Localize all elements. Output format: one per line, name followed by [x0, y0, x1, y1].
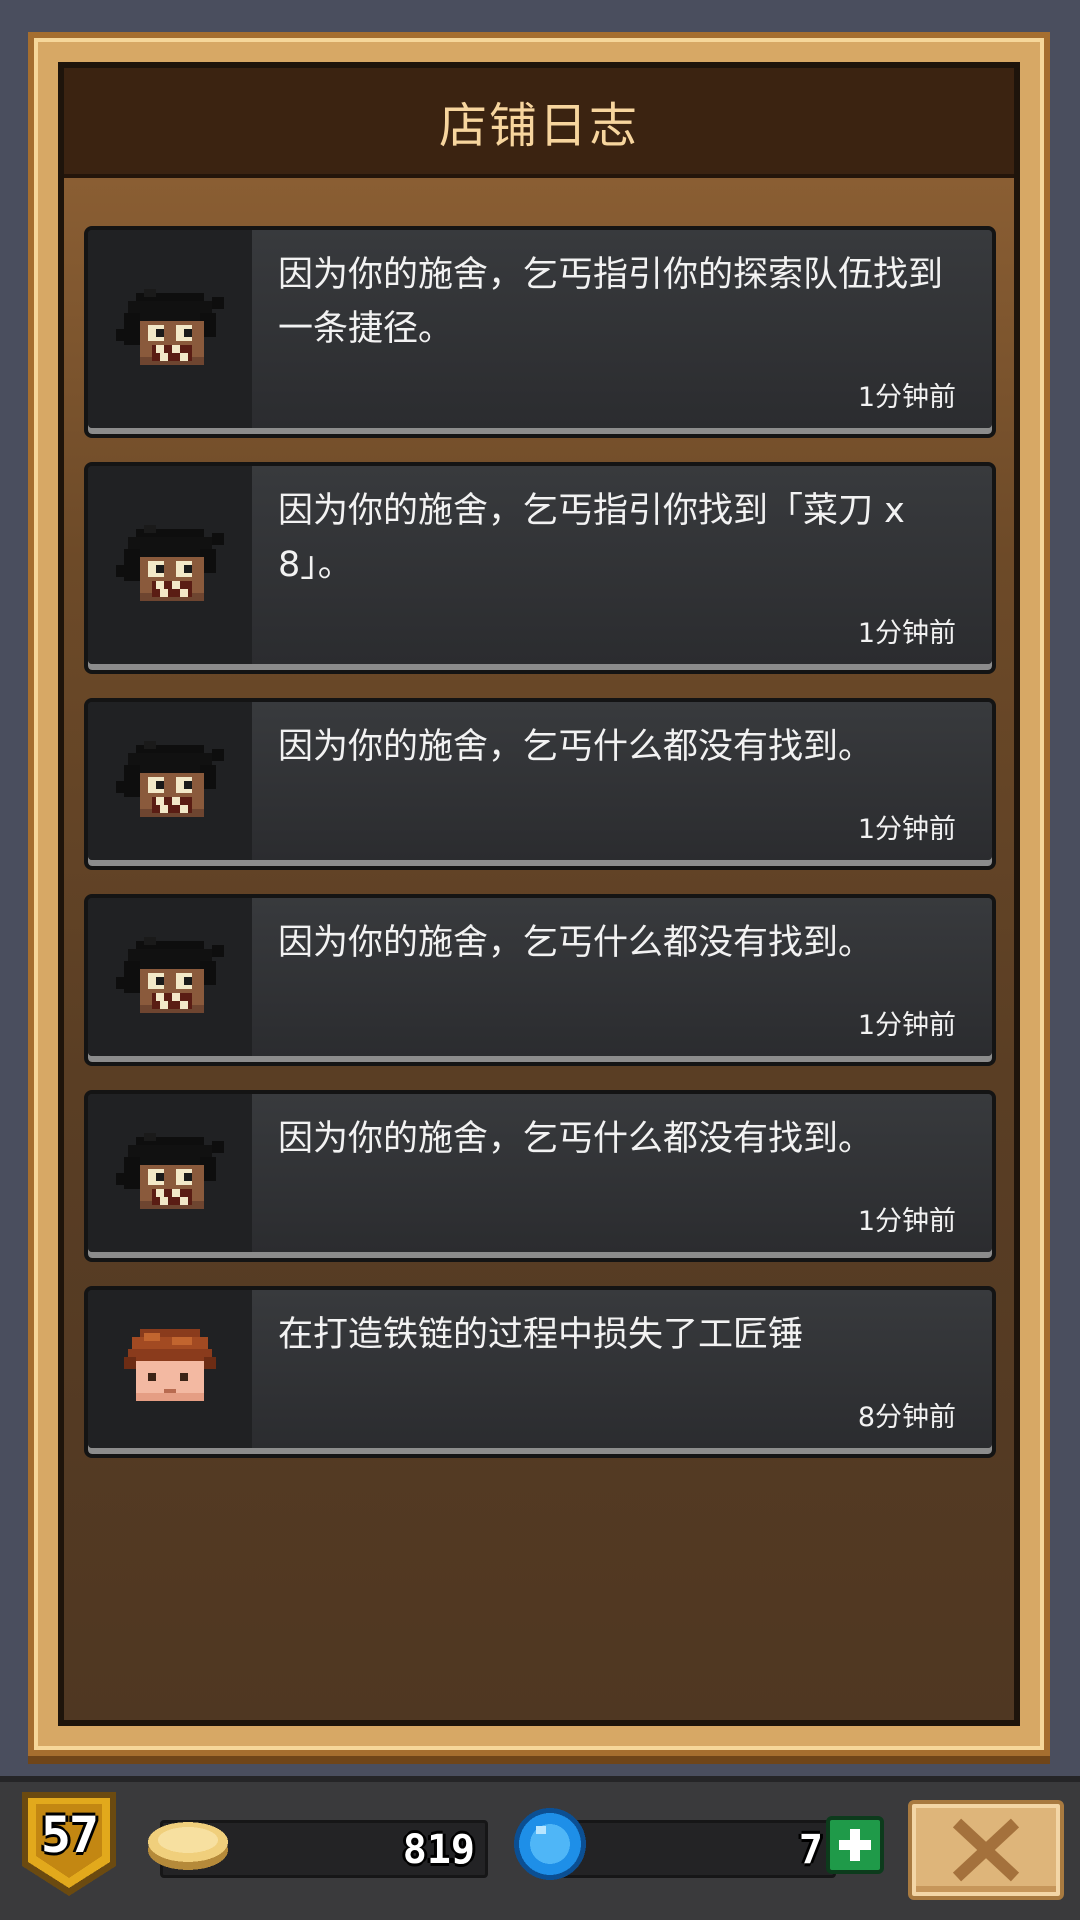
- log-text: 因为你的施舍，乞丐指引你的探索队伍找到一条捷径。: [278, 255, 944, 349]
- log-time: 1分钟前: [857, 618, 956, 649]
- log-entry: 因为你的施舍，乞丐什么都没有找到。 1分钟前: [84, 1090, 996, 1262]
- panel-title: 店铺日志: [438, 98, 639, 154]
- log-text: 因为你的施舍，乞丐什么都没有找到。: [278, 923, 874, 963]
- log-text: 在打造铁链的过程中损失了工匠锤: [278, 1315, 804, 1355]
- beggar-portrait-icon: [88, 230, 252, 428]
- log-time: 1分钟前: [857, 814, 956, 845]
- add-gems-button[interactable]: [826, 1816, 884, 1874]
- panel-header: 店铺日志: [64, 68, 1014, 178]
- log-entry: 因为你的施舍，乞丐什么都没有找到。 1分钟前: [84, 894, 996, 1066]
- log-time: 8分钟前: [857, 1402, 956, 1433]
- panel-inner: 店铺日志 因为你的施舍，乞丐指引你的探索队伍找到一条捷径。 1分钟前 因为你的施…: [58, 62, 1020, 1726]
- close-x-icon: [952, 1818, 1020, 1882]
- gold-value: 819: [402, 1827, 475, 1873]
- log-time: 1分钟前: [857, 1206, 956, 1237]
- log-entry: 因为你的施舍，乞丐指引你的探索队伍找到一条捷径。 1分钟前: [84, 226, 996, 438]
- beggar-portrait-icon: [88, 1094, 252, 1252]
- log-text: 因为你的施舍，乞丐什么都没有找到。: [278, 727, 874, 767]
- gold-coin-icon: [146, 1814, 230, 1878]
- beggar-portrait-icon: [88, 702, 252, 860]
- log-entry: 在打造铁链的过程中损失了工匠锤 8分钟前: [84, 1286, 996, 1458]
- log-time: 1分钟前: [857, 1010, 956, 1041]
- beggar-portrait-icon: [88, 898, 252, 1056]
- level-badge-icon[interactable]: 57: [16, 1788, 122, 1900]
- log-entry: 因为你的施舍，乞丐什么都没有找到。 1分钟前: [84, 698, 996, 870]
- log-list[interactable]: 因为你的施舍，乞丐指引你的探索队伍找到一条捷径。 1分钟前 因为你的施舍，乞丐指…: [84, 226, 996, 1482]
- log-entry: 因为你的施舍，乞丐指引你找到「菜刀 x 8」。 1分钟前: [84, 462, 996, 674]
- level-value: 57: [40, 1806, 99, 1864]
- blue-gem-icon: [510, 1804, 590, 1888]
- gem-value: 7: [798, 1827, 823, 1873]
- log-text: 因为你的施舍，乞丐指引你找到「菜刀 x 8」。: [278, 491, 905, 585]
- gem-counter: 7: [560, 1820, 836, 1878]
- log-text: 因为你的施舍，乞丐什么都没有找到。: [278, 1119, 874, 1159]
- panel-body: 因为你的施舍，乞丐指引你的探索队伍找到一条捷径。 1分钟前 因为你的施舍，乞丐指…: [64, 178, 1014, 1720]
- craftsman-portrait-icon: [88, 1290, 252, 1448]
- shop-log-panel: 店铺日志 因为你的施舍，乞丐指引你的探索队伍找到一条捷径。 1分钟前 因为你的施…: [34, 38, 1044, 1750]
- close-button[interactable]: [908, 1800, 1064, 1900]
- beggar-portrait-icon: [88, 466, 252, 664]
- log-time: 1分钟前: [857, 382, 956, 413]
- plus-icon: [839, 1829, 871, 1861]
- bottom-bar: 57 819 7: [0, 1776, 1080, 1920]
